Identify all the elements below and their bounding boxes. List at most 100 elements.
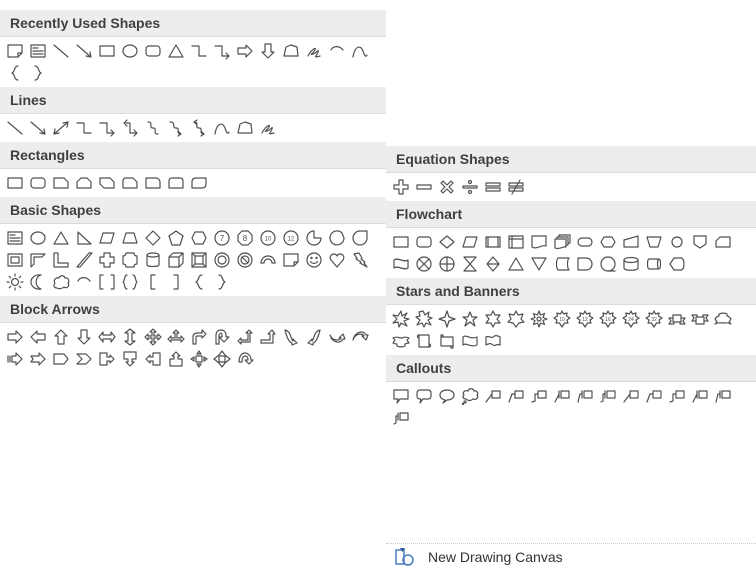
- pentagon-shape-icon[interactable]: [167, 229, 185, 247]
- triangle-shape-icon[interactable]: [167, 42, 185, 60]
- line-callout3-shape-icon[interactable]: [530, 387, 548, 405]
- not-equal-shape-icon[interactable]: [507, 178, 525, 196]
- left-brace-shape-icon[interactable]: [6, 64, 24, 82]
- data-shape-icon[interactable]: [461, 233, 479, 251]
- pie-shape-icon[interactable]: [305, 229, 323, 247]
- circular-arrow-shape-icon[interactable]: [236, 350, 254, 368]
- trapezoid-shape-icon[interactable]: [121, 229, 139, 247]
- left-right-arrow-shape-icon[interactable]: [98, 328, 116, 346]
- process-shape-icon[interactable]: [392, 233, 410, 251]
- elbow-arrow-shape-icon[interactable]: [213, 42, 231, 60]
- up-arrow-shape-icon[interactable]: [52, 328, 70, 346]
- line-callout6-shape-icon[interactable]: [599, 387, 617, 405]
- star32-shape-icon[interactable]: 32: [645, 310, 663, 328]
- star6-shape-icon[interactable]: [484, 310, 502, 328]
- multidocument-shape-icon[interactable]: [553, 233, 571, 251]
- multiply-shape-icon[interactable]: [438, 178, 456, 196]
- no-symbol-shape-icon[interactable]: [236, 251, 254, 269]
- arrow-shape-icon[interactable]: [29, 119, 47, 137]
- extract-shape-icon[interactable]: [507, 255, 525, 273]
- curved-ribbon-up-shape-icon[interactable]: [714, 310, 732, 328]
- elbow-double-shape-icon[interactable]: [121, 119, 139, 137]
- double-brace-shape-icon[interactable]: [121, 273, 139, 291]
- plus-shape-icon[interactable]: [392, 178, 410, 196]
- curve-connector-shape-icon[interactable]: [144, 119, 162, 137]
- curved-up-arrow-shape-icon[interactable]: [328, 328, 346, 346]
- left-callout-shape-icon[interactable]: [144, 350, 162, 368]
- line-callout2-shape-icon[interactable]: [507, 387, 525, 405]
- curve-shape-icon[interactable]: [213, 119, 231, 137]
- snip2-shape-icon[interactable]: [75, 174, 93, 192]
- block-arc-shape-icon[interactable]: [259, 251, 277, 269]
- cloud-callout-shape-icon[interactable]: [461, 387, 479, 405]
- dodecagon-shape-icon[interactable]: 12: [282, 229, 300, 247]
- round2-shape-icon[interactable]: [167, 174, 185, 192]
- cross-shape-icon[interactable]: [98, 251, 116, 269]
- parallelogram-shape-icon[interactable]: [98, 229, 116, 247]
- star5-shape-icon[interactable]: [461, 310, 479, 328]
- quad-arrow-shape-icon[interactable]: [144, 328, 162, 346]
- stored-data-shape-icon[interactable]: [553, 255, 571, 273]
- curved-ribbon-down-shape-icon[interactable]: [392, 332, 410, 350]
- u-turn-arrow-shape-icon[interactable]: [213, 328, 231, 346]
- line-callout10-shape-icon[interactable]: [691, 387, 709, 405]
- decision-shape-icon[interactable]: [438, 233, 456, 251]
- right-bracket-shape-icon[interactable]: [167, 273, 185, 291]
- down-arrow-shape-icon[interactable]: [259, 42, 277, 60]
- freeform-shape-icon[interactable]: [282, 42, 300, 60]
- double-arrow-shape-icon[interactable]: [52, 119, 70, 137]
- round-diag-shape-icon[interactable]: [190, 174, 208, 192]
- curve-arrow-shape-icon[interactable]: [167, 119, 185, 137]
- line-callout12-shape-icon[interactable]: [392, 409, 410, 427]
- sun-shape-icon[interactable]: [6, 273, 24, 291]
- quad-callout-shape-icon[interactable]: [190, 350, 208, 368]
- right-arrow-shape-icon[interactable]: [236, 42, 254, 60]
- right-arrow-shape-icon[interactable]: [6, 328, 24, 346]
- double-wave-shape-icon[interactable]: [484, 332, 502, 350]
- terminator-shape-icon[interactable]: [576, 233, 594, 251]
- bent-arrow-shape-icon[interactable]: [190, 328, 208, 346]
- summing-shape-icon[interactable]: [415, 255, 433, 273]
- ribbon-up-shape-icon[interactable]: [668, 310, 686, 328]
- arc-shape-icon[interactable]: [328, 42, 346, 60]
- frame-shape-icon[interactable]: [6, 251, 24, 269]
- l-shape-shape-icon[interactable]: [52, 251, 70, 269]
- punched-tape-shape-icon[interactable]: [392, 255, 410, 273]
- moon-shape-icon[interactable]: [29, 273, 47, 291]
- freeform-shape-icon[interactable]: [236, 119, 254, 137]
- teardrop-shape-icon[interactable]: [351, 229, 369, 247]
- decagon-shape-icon[interactable]: 10: [259, 229, 277, 247]
- curved-down-arrow-shape-icon[interactable]: [351, 328, 369, 346]
- line-callout9-shape-icon[interactable]: [668, 387, 686, 405]
- textbox-shape-icon[interactable]: [29, 42, 47, 60]
- new-drawing-canvas-menu-item[interactable]: New Drawing Canvas: [386, 543, 756, 570]
- heart-shape-icon[interactable]: [328, 251, 346, 269]
- star24-shape-icon[interactable]: 24: [622, 310, 640, 328]
- pentagon-arrow-shape-icon[interactable]: [52, 350, 70, 368]
- rect-fold-shape-icon[interactable]: [6, 42, 24, 60]
- offpage-shape-icon[interactable]: [691, 233, 709, 251]
- double-bracket-shape-icon[interactable]: [98, 273, 116, 291]
- scroll-h-shape-icon[interactable]: [438, 332, 456, 350]
- elbow-shape-icon[interactable]: [75, 119, 93, 137]
- left-right-up-arrow-shape-icon[interactable]: [167, 328, 185, 346]
- connector-shape-icon[interactable]: [668, 233, 686, 251]
- chevron-shape-icon[interactable]: [75, 350, 93, 368]
- rounded-callout-shape-icon[interactable]: [415, 387, 433, 405]
- elbow-arrow-shape-icon[interactable]: [98, 119, 116, 137]
- direct-storage-shape-icon[interactable]: [645, 255, 663, 273]
- line-callout8-shape-icon[interactable]: [645, 387, 663, 405]
- internal-storage-shape-icon[interactable]: [507, 233, 525, 251]
- lightning-shape-icon[interactable]: [351, 251, 369, 269]
- smiley-shape-icon[interactable]: [305, 251, 323, 269]
- predefined-shape-icon[interactable]: [484, 233, 502, 251]
- star16-shape-icon[interactable]: 16: [599, 310, 617, 328]
- curved-right-arrow-shape-icon[interactable]: [282, 328, 300, 346]
- delay-shape-icon[interactable]: [576, 255, 594, 273]
- curve-shape-icon[interactable]: [351, 42, 369, 60]
- donut-shape-icon[interactable]: [213, 251, 231, 269]
- arc-shape-icon[interactable]: [75, 273, 93, 291]
- left-bracket-shape-icon[interactable]: [144, 273, 162, 291]
- rect-shape-icon[interactable]: [98, 42, 116, 60]
- left-arrow-shape-icon[interactable]: [29, 328, 47, 346]
